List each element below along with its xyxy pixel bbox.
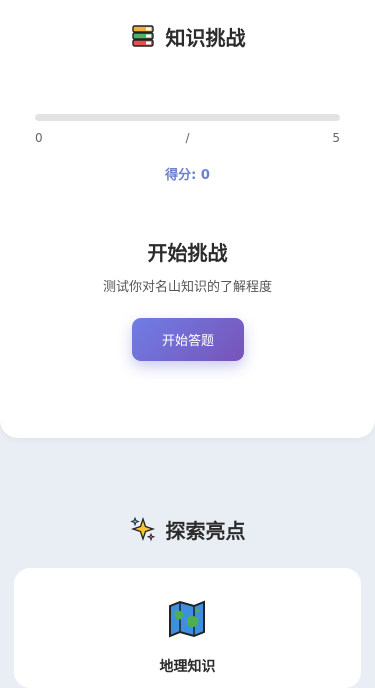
start-quiz-button[interactable]: 开始答题 — [132, 318, 244, 361]
start-description: 测试你对名山知识的了解程度 — [102, 280, 272, 295]
progress-separator: / — [185, 131, 190, 145]
world-map-icon — [167, 600, 207, 638]
progress-labels: 0 / 5 — [35, 131, 340, 145]
score-text: 得分: 0 — [165, 168, 210, 183]
books-icon — [130, 23, 156, 49]
progress-current: 0 — [35, 131, 43, 145]
start-heading: 开始挑战 — [147, 241, 228, 265]
progress-bar — [35, 114, 340, 121]
explore-header: 探索亮点 — [0, 514, 375, 544]
highlight-label: 地理知识 — [159, 659, 216, 675]
quiz-title: 知识挑战 — [165, 25, 246, 50]
quiz-header: 知识挑战 — [0, 20, 375, 52]
quiz-card: 知识挑战 0 / 5 得分: 0 开始挑战 测试你对名山知识的了解程度 开始答题 — [0, 0, 375, 438]
explore-title: 探索亮点 — [165, 518, 246, 543]
progress-total: 5 — [332, 131, 340, 145]
highlight-card[interactable]: 地理知识 — [14, 568, 361, 688]
sparkles-icon — [129, 516, 156, 542]
